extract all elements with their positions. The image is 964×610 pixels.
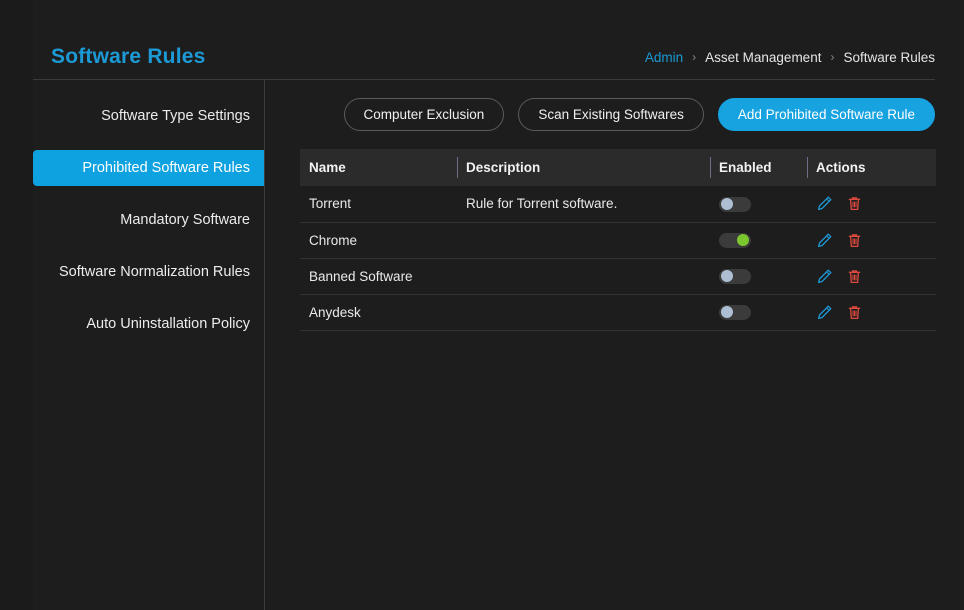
- outer-gutter: [0, 0, 33, 610]
- breadcrumb: Admin › Asset Management › Software Rule…: [645, 51, 935, 65]
- breadcrumb-item-software-rules: Software Rules: [843, 50, 935, 65]
- computer-exclusion-button[interactable]: Computer Exclusion: [343, 97, 505, 131]
- sidebar-item-mandatory-software[interactable]: Mandatory Software: [33, 202, 264, 238]
- toggle-knob: [737, 234, 749, 247]
- cell-name: Banned Software: [300, 258, 457, 295]
- cell-enabled: [710, 222, 807, 259]
- cell-name: Chrome: [300, 222, 457, 259]
- body-split: Software Type Settings Prohibited Softwa…: [33, 80, 964, 610]
- sidebar-item-label: Software Type Settings: [101, 108, 250, 124]
- cell-description: [457, 294, 710, 331]
- delete-icon[interactable]: [846, 232, 863, 249]
- table-header-row: Name Description Enabled Actions: [300, 149, 936, 186]
- delete-icon[interactable]: [846, 195, 863, 212]
- edit-icon[interactable]: [816, 232, 833, 249]
- delete-icon[interactable]: [846, 268, 863, 285]
- sidebar-item-label: Software Normalization Rules: [59, 264, 250, 280]
- sidebar-item-software-type-settings[interactable]: Software Type Settings: [33, 98, 264, 134]
- delete-icon[interactable]: [846, 304, 863, 321]
- column-header-actions[interactable]: Actions: [807, 149, 936, 186]
- cell-name: Anydesk: [300, 294, 457, 331]
- table-row: Torrent Rule for Torrent software.: [300, 186, 936, 223]
- enabled-toggle[interactable]: [719, 196, 751, 212]
- cell-actions: [807, 294, 936, 331]
- cell-description: [457, 222, 710, 259]
- column-header-description[interactable]: Description: [457, 149, 710, 186]
- cell-actions: [807, 186, 936, 223]
- content-area: Computer Exclusion Scan Existing Softwar…: [266, 80, 964, 610]
- sidebar: Software Type Settings Prohibited Softwa…: [33, 80, 265, 610]
- rules-table-wrapper: Name Description Enabled Actions Torrent…: [300, 149, 936, 331]
- sidebar-item-prohibited-software-rules[interactable]: Prohibited Software Rules: [33, 150, 264, 186]
- breadcrumb-item-admin[interactable]: Admin: [645, 51, 683, 65]
- page-title: Software Rules: [51, 45, 206, 68]
- table-row: Anydesk: [300, 294, 936, 331]
- cell-actions: [807, 222, 936, 259]
- cell-enabled: [710, 186, 807, 223]
- page-card: Software Rules Admin › Asset Management …: [33, 0, 964, 610]
- prohibited-software-rules-table: Name Description Enabled Actions Torrent…: [300, 149, 936, 331]
- cell-name: Torrent: [300, 186, 457, 223]
- toolbar: Computer Exclusion Scan Existing Softwar…: [300, 97, 935, 131]
- cell-description: [457, 258, 710, 295]
- add-prohibited-software-rule-button[interactable]: Add Prohibited Software Rule: [717, 97, 935, 131]
- page-header: Software Rules Admin › Asset Management …: [33, 0, 964, 80]
- edit-icon[interactable]: [816, 268, 833, 285]
- enabled-toggle[interactable]: [719, 268, 751, 284]
- toggle-knob: [721, 306, 733, 319]
- table-body: Torrent Rule for Torrent software. Chrom…: [300, 186, 936, 331]
- chevron-right-icon: ›: [830, 49, 835, 64]
- table-row: Banned Software: [300, 258, 936, 295]
- sidebar-item-label: Prohibited Software Rules: [82, 160, 250, 176]
- app-root: Software Rules Admin › Asset Management …: [0, 0, 964, 610]
- cell-actions: [807, 258, 936, 295]
- table-row: Chrome: [300, 222, 936, 259]
- cell-enabled: [710, 294, 807, 331]
- column-header-enabled[interactable]: Enabled: [710, 149, 807, 186]
- sidebar-item-software-normalization-rules[interactable]: Software Normalization Rules: [33, 254, 264, 290]
- cell-description: Rule for Torrent software.: [457, 186, 710, 223]
- toggle-knob: [721, 270, 733, 283]
- sidebar-item-label: Auto Uninstallation Policy: [86, 316, 250, 332]
- sidebar-item-auto-uninstallation-policy[interactable]: Auto Uninstallation Policy: [33, 306, 264, 342]
- enabled-toggle[interactable]: [719, 304, 751, 320]
- edit-icon[interactable]: [816, 304, 833, 321]
- breadcrumb-item-asset-management[interactable]: Asset Management: [705, 51, 821, 65]
- sidebar-item-label: Mandatory Software: [120, 212, 250, 228]
- enabled-toggle[interactable]: [719, 232, 751, 248]
- scan-existing-softwares-button[interactable]: Scan Existing Softwares: [518, 97, 704, 131]
- column-header-name[interactable]: Name: [300, 149, 457, 186]
- edit-icon[interactable]: [816, 195, 833, 212]
- cell-enabled: [710, 258, 807, 295]
- chevron-right-icon: ›: [692, 49, 697, 64]
- toggle-knob: [721, 198, 733, 211]
- table-header: Name Description Enabled Actions: [300, 149, 936, 186]
